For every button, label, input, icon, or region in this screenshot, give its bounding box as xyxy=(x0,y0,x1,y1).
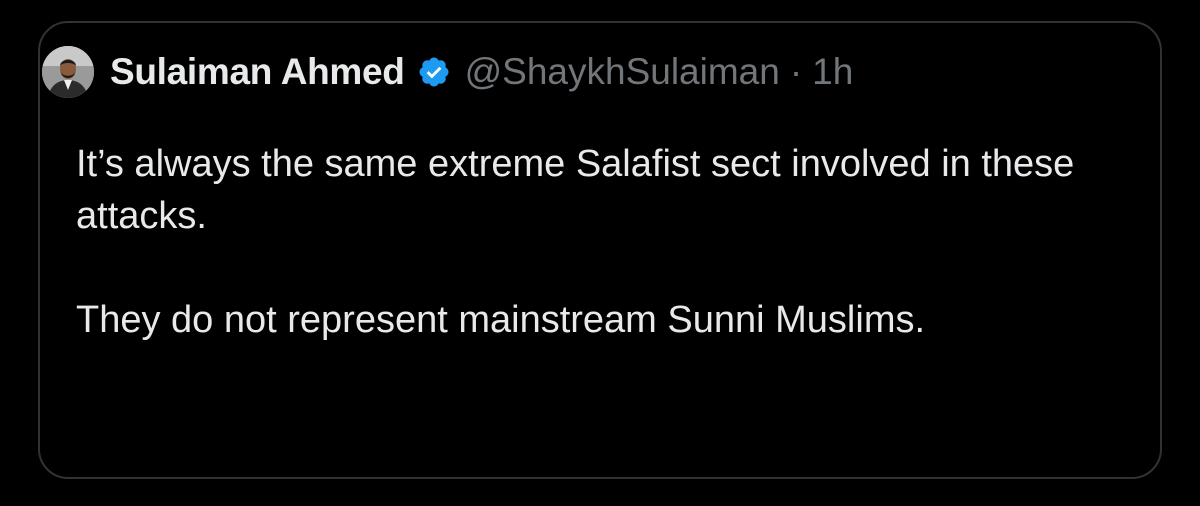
tweet-paragraph: It’s always the same extreme Salafist se… xyxy=(76,143,1075,237)
avatar[interactable] xyxy=(42,46,94,98)
author-name[interactable]: Sulaiman Ahmed xyxy=(110,51,405,93)
separator-dot: · xyxy=(789,51,803,92)
verified-badge-icon xyxy=(417,55,451,89)
timestamp[interactable]: 1h xyxy=(812,51,853,93)
tweet-paragraph: They do not represent mainstream Sunni M… xyxy=(76,299,926,341)
tweet-header: Sulaiman Ahmed @ShaykhSulaiman · 1h xyxy=(42,44,853,100)
avatar-image xyxy=(42,46,94,98)
author-handle[interactable]: @ShaykhSulaiman xyxy=(465,51,780,93)
tweet-text: It’s always the same extreme Salafist se… xyxy=(76,138,1116,346)
